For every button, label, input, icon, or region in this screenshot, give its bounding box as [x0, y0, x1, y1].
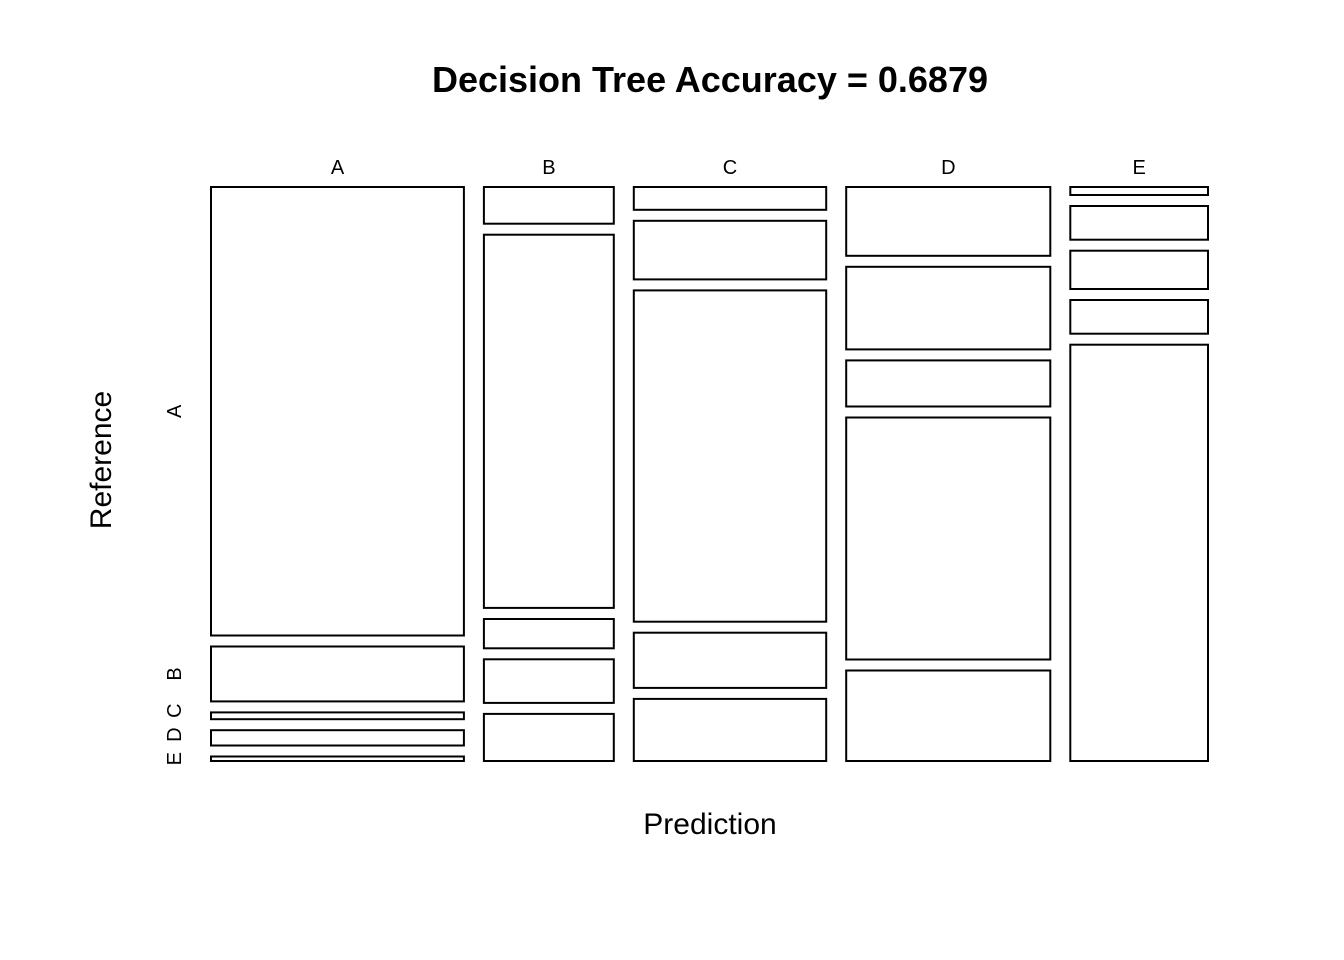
x-tick-label-d: D	[941, 157, 955, 179]
tile-pred-c-ref-c	[632, 289, 828, 623]
tile-pred-a-ref-a	[210, 186, 465, 637]
y-tick-label-e: E	[164, 752, 186, 765]
tile-pred-c-ref-d	[632, 631, 828, 689]
y-tick-label-c: C	[164, 703, 186, 717]
mosaic-chart: Decision Tree Accuracy = 0.6879 Predicti…	[85, 59, 1210, 841]
tile-pred-e-ref-b	[1069, 205, 1210, 241]
y-tick-label-b: B	[164, 667, 186, 680]
tile-pred-b-ref-b	[482, 233, 615, 609]
tile-pred-d-ref-e	[845, 669, 1052, 762]
y-tick-labels: A B CDE	[164, 404, 186, 765]
tile-pred-b-ref-c	[482, 618, 615, 650]
x-tick-label-c: C	[723, 157, 737, 179]
tile-pred-d-ref-c	[845, 359, 1052, 408]
x-tick-label-b: B	[542, 157, 555, 179]
tile-pred-e-ref-e	[1069, 343, 1210, 762]
tile-pred-e-ref-d	[1069, 299, 1210, 335]
x-tick-label-a: A	[331, 157, 345, 179]
y-axis-title: Reference	[85, 391, 118, 529]
x-tick-labels: A B C D E	[331, 157, 1146, 179]
tile-pred-e-ref-c	[1069, 249, 1210, 290]
tile-pred-a-ref-b	[210, 645, 465, 703]
chart-title: Decision Tree Accuracy = 0.6879	[432, 59, 988, 100]
tile-pred-b-ref-e	[482, 712, 615, 763]
tile-pred-b-ref-d	[482, 658, 615, 704]
tile-pred-a-ref-d	[210, 729, 465, 747]
tile-pred-e-ref-a	[1069, 186, 1210, 196]
x-axis-title: Prediction	[643, 808, 776, 841]
tile-pred-d-ref-b	[845, 265, 1052, 351]
tile-pred-c-ref-e	[632, 697, 828, 763]
tile-pred-d-ref-d	[845, 416, 1052, 661]
tile-pred-a-ref-e	[210, 755, 465, 762]
mosaic-tiles	[210, 186, 1210, 763]
tile-pred-c-ref-a	[632, 186, 828, 211]
x-tick-label-e: E	[1133, 157, 1146, 179]
tile-pred-a-ref-c	[210, 711, 465, 721]
tile-pred-c-ref-b	[632, 219, 828, 281]
tile-pred-d-ref-a	[845, 186, 1052, 257]
y-tick-label-d: D	[164, 727, 186, 741]
y-tick-label-a: A	[164, 404, 186, 418]
tile-pred-b-ref-a	[482, 186, 615, 225]
